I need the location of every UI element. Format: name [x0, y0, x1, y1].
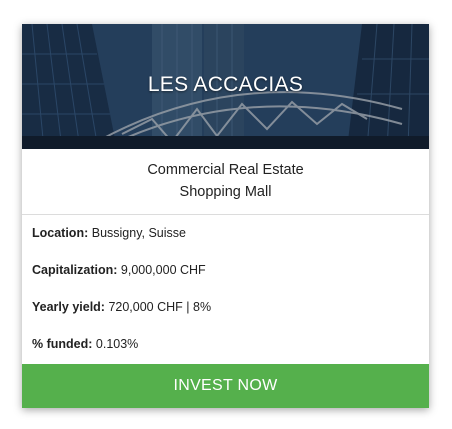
property-title[interactable]: LES ACCACIAS: [22, 73, 429, 97]
invest-now-button[interactable]: INVEST NOW: [22, 364, 429, 408]
property-details: Location: Bussigny, Suisse Capitalizatio…: [22, 215, 429, 363]
capitalization-row: Capitalization: 9,000,000 CHF: [32, 252, 419, 289]
capitalization-value: 9,000,000 CHF: [120, 263, 206, 277]
funded-row: % funded: 0.103%: [32, 326, 419, 363]
funded-label: % funded:: [32, 337, 93, 351]
location-label: Location:: [32, 226, 89, 240]
category-subtype: Shopping Mall: [179, 184, 272, 200]
yield-label: Yearly yield:: [32, 300, 105, 314]
category-type: Commercial Real Estate: [147, 162, 304, 178]
yield-value: 720,000 CHF | 8%: [108, 300, 212, 314]
property-card: LES ACCACIAS Commercial Real Estate Shop…: [22, 24, 429, 408]
property-category: Commercial Real Estate Shopping Mall: [22, 149, 429, 215]
yield-row: Yearly yield: 720,000 CHF | 8%: [32, 289, 419, 326]
location-row: Location: Bussigny, Suisse: [32, 215, 419, 252]
location-value: Bussigny, Suisse: [91, 226, 186, 240]
property-hero-image[interactable]: LES ACCACIAS: [22, 24, 429, 149]
capitalization-label: Capitalization:: [32, 263, 118, 277]
funded-value: 0.103%: [95, 337, 139, 351]
